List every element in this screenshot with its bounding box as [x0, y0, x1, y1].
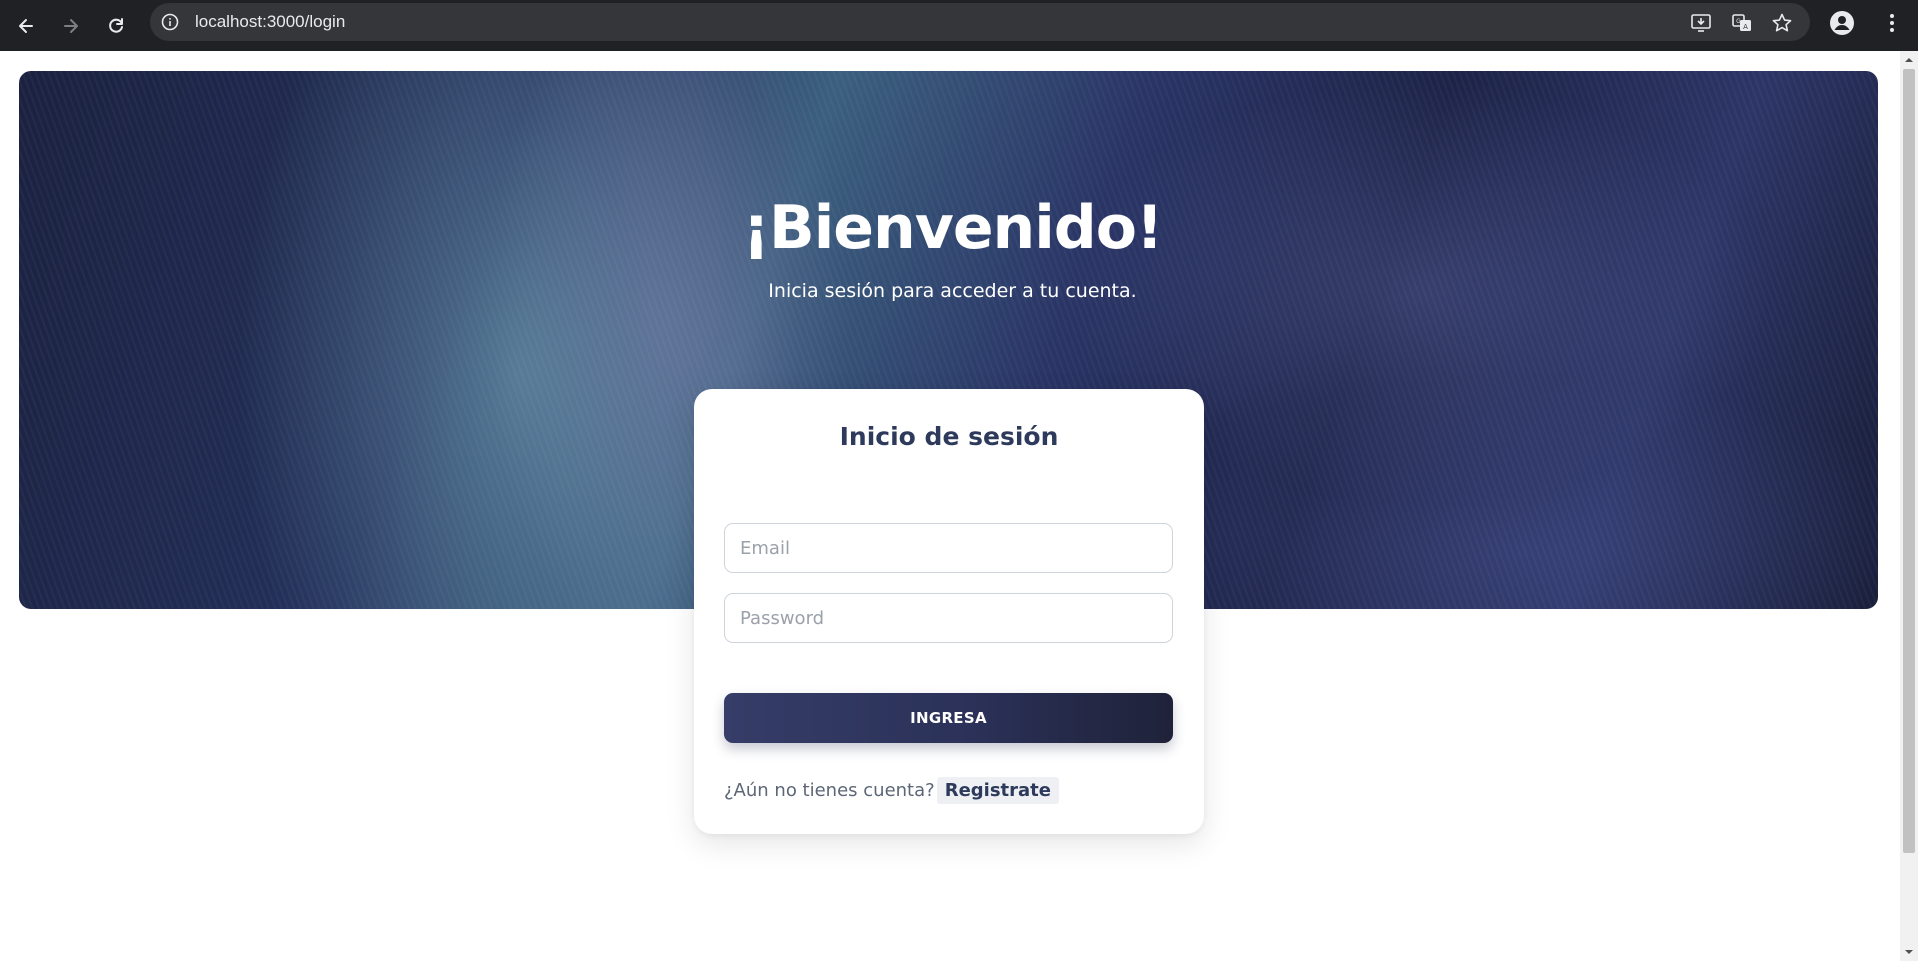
reload-icon: [109, 18, 123, 33]
scrollbar-thumb[interactable]: [1903, 69, 1915, 853]
info-icon[interactable]: [160, 12, 180, 32]
person-icon: [1830, 11, 1854, 35]
hero-subtitle: Inicia sesión para acceder a tu cuenta.: [768, 280, 1137, 302]
email-field[interactable]: [724, 523, 1173, 573]
reload-button[interactable]: [99, 9, 133, 43]
arrow-left-icon: [19, 19, 33, 33]
install-app-icon[interactable]: [1690, 12, 1712, 34]
login-title: Inicio de sesión: [839, 422, 1059, 451]
svg-text:A: A: [1743, 23, 1748, 31]
register-link[interactable]: Registrate: [936, 776, 1059, 804]
svg-text:G: G: [1736, 18, 1741, 25]
hero-title: ¡Bienvenido!: [742, 193, 1164, 263]
translate-icon[interactable]: AG: [1731, 12, 1753, 34]
star-icon[interactable]: [1771, 12, 1793, 34]
profile-button[interactable]: [1828, 9, 1856, 37]
register-row: ¿Aún no tienes cuenta? Registrate: [724, 776, 1059, 804]
scroll-up-icon[interactable]: [1904, 55, 1914, 65]
arrow-right-icon: [64, 19, 78, 33]
login-card: Inicio de sesión INGRESA ¿Aún no tienes …: [694, 389, 1204, 834]
login-button[interactable]: INGRESA: [724, 693, 1173, 743]
address-bar[interactable]: localhost:3000/login AG: [150, 3, 1810, 41]
page-scrollbar[interactable]: [1900, 51, 1918, 961]
password-field[interactable]: [724, 593, 1173, 643]
browser-toolbar: localhost:3000/login AG: [0, 0, 1918, 51]
scroll-down-icon[interactable]: [1904, 947, 1914, 957]
back-button[interactable]: [9, 9, 43, 43]
more-vertical-icon: [1890, 14, 1894, 32]
browser-menu-button[interactable]: [1880, 9, 1904, 37]
url-text[interactable]: localhost:3000/login: [195, 12, 345, 32]
register-prompt: ¿Aún no tienes cuenta?: [724, 779, 935, 801]
forward-button[interactable]: [54, 9, 88, 43]
